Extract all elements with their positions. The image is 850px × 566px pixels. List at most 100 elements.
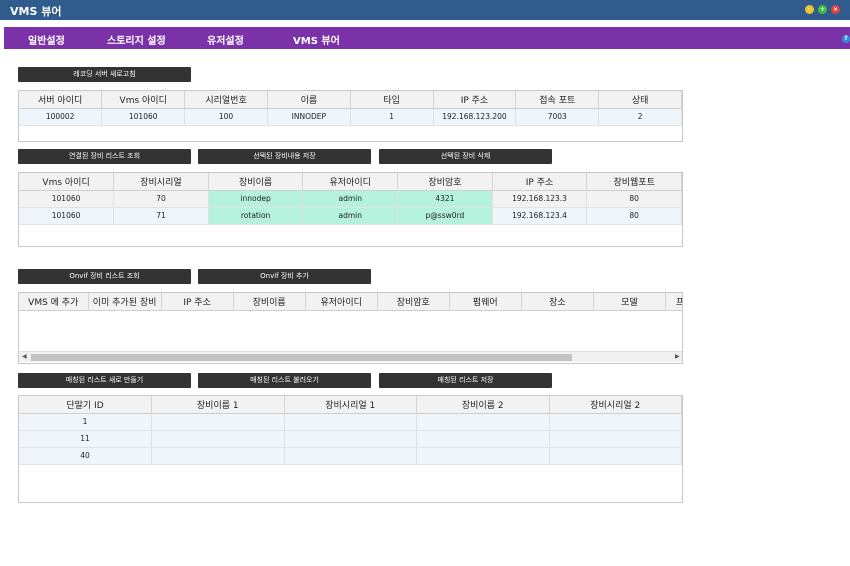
table-cell[interactable] (416, 447, 550, 465)
save-selected-device-button[interactable]: 선택된 장비내용 저장 (198, 149, 371, 164)
col-ip[interactable]: IP 주소 (433, 91, 517, 109)
table-cell[interactable] (549, 413, 682, 431)
table-cell: 71 (113, 207, 209, 225)
load-matching-list-button[interactable]: 매칭된 리스트 불러오기 (198, 373, 371, 388)
matching-table: 단말기 ID 장비이름 1 장비시리얼 1 장비이름 2 장비시리얼 2 1 1… (19, 396, 682, 465)
col-terminal-id[interactable]: 단말기 ID (19, 396, 152, 414)
table-cell: 40 (19, 447, 152, 465)
col-location[interactable]: 장소 (521, 293, 594, 311)
table-cell[interactable] (151, 430, 285, 448)
table-cell: 80 (586, 190, 682, 208)
horizontal-scrollbar[interactable]: ◀ ▶ (19, 351, 682, 362)
matching-table-panel: 단말기 ID 장비이름 1 장비시리얼 1 장비이름 2 장비시리얼 2 1 1… (18, 395, 683, 503)
col-already-added[interactable]: 이미 추가된 장비 (88, 293, 162, 311)
col-model[interactable]: 모델 (593, 293, 666, 311)
delete-selected-device-button[interactable]: 선택된 장비 삭제 (379, 149, 552, 164)
device-table-panel: Vms 아이디 장비시리얼 장비이름 유저아이디 장비암호 IP 주소 장비웹포… (18, 172, 683, 247)
title-bar: VMS 뷰어 – + × (0, 0, 850, 20)
col-truncated[interactable]: 프 (665, 293, 682, 311)
window-title: VMS 뷰어 (10, 5, 62, 18)
table-row[interactable]: 11 (19, 430, 682, 448)
col-device-serial-2[interactable]: 장비시리얼 2 (549, 396, 682, 414)
menu-storage-settings[interactable]: 스토리지 설정 (107, 32, 166, 47)
editable-cell[interactable]: admin (302, 207, 399, 225)
col-user-id[interactable]: 유저아이디 (305, 293, 378, 311)
maximize-icon[interactable]: + (818, 5, 827, 14)
col-serial[interactable]: 시리얼번호 (184, 91, 268, 109)
col-firmware[interactable]: 펌웨어 (449, 293, 522, 311)
col-server-id[interactable]: 서버 아이디 (19, 91, 103, 109)
col-status[interactable]: 상태 (598, 91, 682, 109)
editable-cell[interactable]: admin (302, 190, 399, 208)
col-name[interactable]: 이름 (267, 91, 351, 109)
col-web-port[interactable]: 장비웹포트 (586, 173, 682, 191)
editable-cell[interactable]: innodep (208, 190, 304, 208)
table-cell[interactable] (284, 430, 417, 448)
minimize-icon[interactable]: – (805, 5, 814, 14)
scroll-right-icon[interactable]: ▶ (675, 353, 680, 360)
editable-cell[interactable]: p@ssw0rd (397, 207, 493, 225)
table-cell[interactable] (416, 413, 550, 431)
table-row[interactable]: 1 (19, 413, 682, 431)
add-onvif-device-button[interactable]: Onvif 장비 추가 (198, 269, 371, 284)
col-device-name-1[interactable]: 장비이름 1 (151, 396, 285, 414)
col-device-name-2[interactable]: 장비이름 2 (416, 396, 550, 414)
table-cell: 7003 (515, 108, 600, 126)
table-cell: 192.168.123.200 (433, 108, 517, 126)
server-table: 서버 아이디 Vms 아이디 시리얼번호 이름 타입 IP 주소 접속 포트 상… (19, 91, 682, 126)
server-table-panel: 서버 아이디 Vms 아이디 시리얼번호 이름 타입 IP 주소 접속 포트 상… (18, 90, 683, 142)
col-add-to-vms[interactable]: VMS 에 추가 (19, 293, 89, 311)
table-cell[interactable] (549, 430, 682, 448)
table-cell: 1 (350, 108, 434, 126)
table-cell: 101060 (101, 108, 186, 126)
query-connected-devices-button[interactable]: 연결된 장비 리스트 조회 (18, 149, 191, 164)
table-row[interactable]: 101060 71 rotation admin p@ssw0rd 192.16… (19, 207, 682, 225)
col-device-name[interactable]: 장비이름 (208, 173, 304, 191)
table-cell[interactable] (416, 430, 550, 448)
scrollbar-thumb[interactable] (31, 354, 572, 361)
table-cell: 2 (598, 108, 682, 126)
menu-bar: 일반설정 스토리지 설정 유저설정 VMS 뷰어 (4, 27, 850, 49)
col-ip[interactable]: IP 주소 (161, 293, 234, 311)
close-icon[interactable]: × (831, 5, 840, 14)
col-device-password[interactable]: 장비암호 (397, 173, 493, 191)
table-cell[interactable] (151, 413, 285, 431)
menu-vms-viewer[interactable]: VMS 뷰어 (293, 32, 340, 47)
col-vms-id[interactable]: Vms 아이디 (19, 173, 115, 191)
refresh-recording-server-button[interactable]: 레코딩 서버 새로고침 (18, 67, 191, 82)
table-cell: 1 (19, 413, 152, 431)
col-device-password[interactable]: 장비암호 (377, 293, 450, 311)
table-cell: 101060 (19, 190, 115, 208)
col-device-name[interactable]: 장비이름 (233, 293, 306, 311)
save-matching-list-button[interactable]: 매칭된 리스트 저장 (379, 373, 552, 388)
col-device-serial[interactable]: 장비시리얼 (113, 173, 209, 191)
menu-general-settings[interactable]: 일반설정 (28, 32, 65, 47)
table-row[interactable]: 100002 101060 100 INNODEP 1 192.168.123.… (19, 108, 682, 126)
scroll-left-icon[interactable]: ◀ (22, 353, 27, 360)
col-port[interactable]: 접속 포트 (515, 91, 600, 109)
table-cell: 70 (113, 190, 209, 208)
col-device-serial-1[interactable]: 장비시리얼 1 (284, 396, 417, 414)
table-cell: 100 (184, 108, 268, 126)
col-user-id[interactable]: 유저아이디 (302, 173, 399, 191)
help-icon[interactable]: ? (842, 35, 850, 43)
menu-user-settings[interactable]: 유저설정 (207, 32, 244, 47)
editable-cell[interactable]: rotation (208, 207, 304, 225)
table-cell: INNODEP (267, 108, 351, 126)
table-cell: 192.168.123.3 (492, 190, 588, 208)
table-cell[interactable] (549, 447, 682, 465)
table-cell: 11 (19, 430, 152, 448)
table-cell[interactable] (284, 413, 417, 431)
editable-cell[interactable]: 4321 (397, 190, 493, 208)
col-type[interactable]: 타입 (350, 91, 434, 109)
table-row[interactable]: 40 (19, 447, 682, 465)
table-row[interactable]: 101060 70 innodep admin 4321 192.168.123… (19, 190, 682, 208)
table-cell[interactable] (151, 447, 285, 465)
col-ip[interactable]: IP 주소 (492, 173, 588, 191)
col-vms-id[interactable]: Vms 아이디 (101, 91, 186, 109)
onvif-table-panel: VMS 에 추가 이미 추가된 장비 IP 주소 장비이름 유저아이디 장비암호… (18, 292, 683, 364)
query-onvif-devices-button[interactable]: Onvif 장비 리스트 조회 (18, 269, 191, 284)
create-matching-list-button[interactable]: 매칭된 리스트 새로 만들기 (18, 373, 191, 388)
table-cell[interactable] (284, 447, 417, 465)
table-cell: 80 (586, 207, 682, 225)
